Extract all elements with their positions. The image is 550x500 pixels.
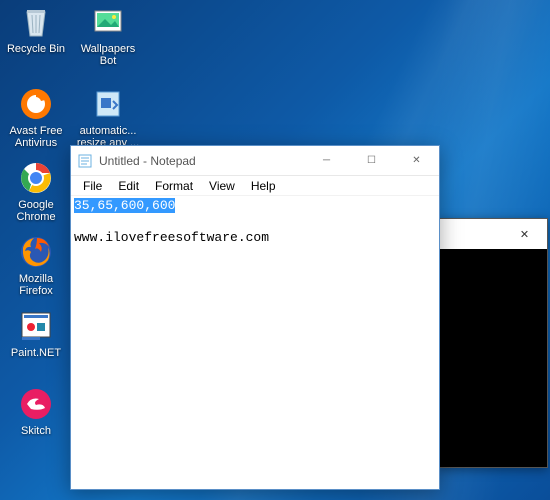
notepad-window[interactable]: Untitled - Notepad ─ ☐ ✕ File Edit Forma… bbox=[70, 145, 440, 490]
selected-text: 35,65,600,600 bbox=[74, 198, 175, 213]
desktop-icon-skitch[interactable]: Skitch bbox=[0, 382, 72, 450]
notepad-icon bbox=[77, 153, 93, 169]
desktop-icon-file[interactable]: automatic... resize any ... bbox=[72, 82, 144, 150]
icon-label: Wallpapers Bot bbox=[74, 42, 142, 68]
menu-view[interactable]: View bbox=[201, 178, 243, 194]
icon-label: Skitch bbox=[19, 424, 53, 438]
icon-label: Google Chrome bbox=[2, 198, 70, 224]
background-window-titlebar[interactable]: ✕ bbox=[439, 219, 547, 249]
text-line: www.ilovefreesoftware.com bbox=[74, 230, 269, 245]
desktop-icon-firefox[interactable]: Mozilla Firefox bbox=[0, 230, 72, 298]
file-icon bbox=[88, 84, 128, 124]
chrome-icon bbox=[16, 158, 56, 198]
skitch-icon bbox=[16, 384, 56, 424]
recycle-bin-icon bbox=[16, 2, 56, 42]
icon-label: Mozilla Firefox bbox=[2, 272, 70, 298]
menubar: File Edit Format View Help bbox=[71, 176, 439, 196]
minimize-button[interactable]: ─ bbox=[304, 146, 349, 175]
menu-edit[interactable]: Edit bbox=[110, 178, 147, 194]
desktop-icon-recycle-bin[interactable]: Recycle Bin bbox=[0, 0, 72, 68]
close-button[interactable]: ✕ bbox=[502, 219, 547, 249]
icon-label: Recycle Bin bbox=[5, 42, 67, 56]
desktop-icon-paintnet[interactable]: Paint.NET bbox=[0, 304, 72, 372]
icon-label: Paint.NET bbox=[9, 346, 63, 360]
menu-file[interactable]: File bbox=[75, 178, 110, 194]
desktop-icon-wallpapersbot[interactable]: Wallpapers Bot bbox=[72, 0, 144, 68]
avast-icon bbox=[16, 84, 56, 124]
firefox-icon bbox=[16, 232, 56, 272]
text-area[interactable]: 35,65,600,600 www.ilovefreesoftware.com bbox=[71, 196, 439, 489]
menu-format[interactable]: Format bbox=[147, 178, 201, 194]
menu-help[interactable]: Help bbox=[243, 178, 284, 194]
background-window[interactable]: ✕ bbox=[438, 218, 548, 468]
icon-label: Avast Free Antivirus bbox=[2, 124, 70, 150]
titlebar[interactable]: Untitled - Notepad ─ ☐ ✕ bbox=[71, 146, 439, 176]
maximize-button[interactable]: ☐ bbox=[349, 146, 394, 175]
paintnet-icon bbox=[16, 306, 56, 346]
window-title: Untitled - Notepad bbox=[99, 154, 304, 168]
desktop-icon-avast[interactable]: Avast Free Antivirus bbox=[0, 82, 72, 150]
close-button[interactable]: ✕ bbox=[394, 146, 439, 175]
desktop-icon-chrome[interactable]: Google Chrome bbox=[0, 156, 72, 224]
wallpapersbot-icon bbox=[88, 2, 128, 42]
